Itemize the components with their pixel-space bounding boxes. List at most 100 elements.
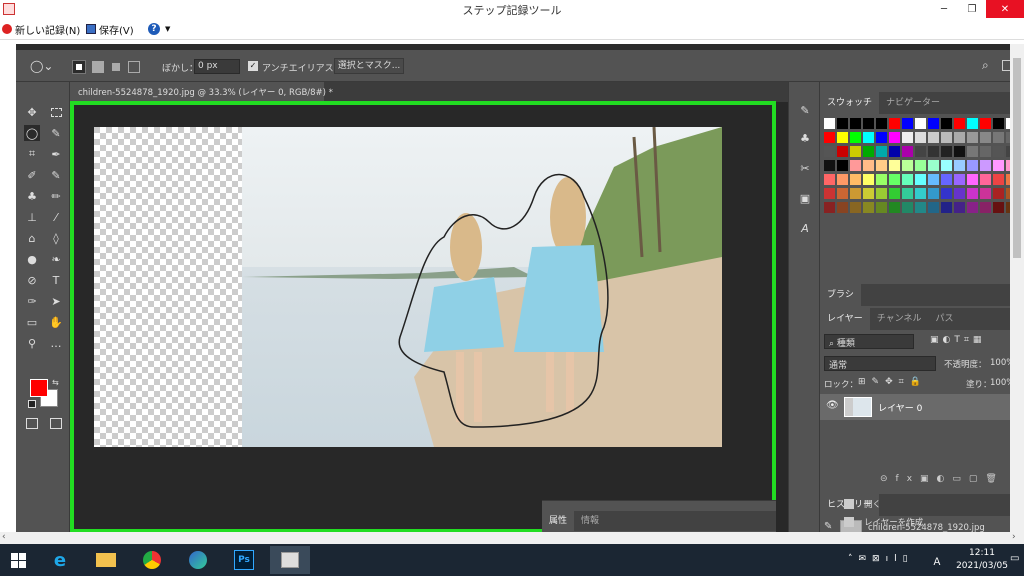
edge-taskbar-button[interactable] bbox=[178, 546, 218, 574]
swatch[interactable] bbox=[863, 132, 874, 143]
swatch[interactable] bbox=[837, 202, 848, 213]
tab-navigator[interactable]: ナビゲーター bbox=[879, 92, 947, 114]
swatch[interactable] bbox=[889, 146, 900, 157]
swatch[interactable] bbox=[837, 174, 848, 185]
swatch[interactable] bbox=[928, 188, 939, 199]
direct-select-icon[interactable]: ➤ bbox=[48, 293, 64, 309]
swatch[interactable] bbox=[837, 132, 848, 143]
rectangle-tool-icon[interactable]: ▭ bbox=[24, 314, 40, 330]
quick-selection-icon[interactable]: ✎ bbox=[48, 125, 64, 141]
swatch[interactable] bbox=[928, 174, 939, 185]
swatch[interactable] bbox=[902, 118, 913, 129]
vertical-scrollbar[interactable] bbox=[1010, 44, 1024, 532]
restore-button[interactable]: ❐ bbox=[958, 0, 986, 18]
swatch[interactable] bbox=[876, 174, 887, 185]
swatch[interactable] bbox=[850, 202, 861, 213]
swatch[interactable] bbox=[902, 202, 913, 213]
swatch[interactable] bbox=[941, 118, 952, 129]
swatch[interactable] bbox=[915, 188, 926, 199]
swatch[interactable] bbox=[876, 146, 887, 157]
swatch[interactable] bbox=[837, 118, 848, 129]
dodge-tool-icon[interactable]: ◊ bbox=[48, 230, 64, 246]
burn-tool-icon[interactable]: ❧ bbox=[48, 251, 64, 267]
swatch[interactable] bbox=[863, 160, 874, 171]
feather-input[interactable]: 0 px bbox=[194, 59, 240, 74]
scroll-thumb[interactable] bbox=[1013, 58, 1021, 258]
swatch[interactable] bbox=[824, 118, 835, 129]
swatch[interactable] bbox=[954, 202, 965, 213]
swatch[interactable] bbox=[837, 160, 848, 171]
layer-filter-select[interactable]: ⌕ 種類 bbox=[824, 334, 914, 349]
new-selection-button[interactable] bbox=[72, 60, 86, 74]
swatch[interactable] bbox=[980, 188, 991, 199]
swatch[interactable] bbox=[993, 188, 1004, 199]
lasso-preset-icon[interactable]: ◯⌄ bbox=[30, 59, 56, 75]
swatch[interactable] bbox=[928, 146, 939, 157]
swatch[interactable] bbox=[954, 118, 965, 129]
visibility-eye-icon[interactable]: 👁 bbox=[826, 400, 839, 411]
history-brush-icon[interactable]: ✏ bbox=[48, 188, 64, 204]
gradient-tool-icon[interactable]: ⁄ bbox=[48, 209, 64, 225]
pen-anchor-icon[interactable]: ⊘ bbox=[24, 272, 40, 288]
swatch[interactable] bbox=[837, 188, 848, 199]
swatch[interactable] bbox=[941, 174, 952, 185]
swatch[interactable] bbox=[915, 118, 926, 129]
tab-channels[interactable]: チャンネル bbox=[870, 308, 929, 330]
swatch[interactable] bbox=[980, 118, 991, 129]
tab-paths[interactable]: パス bbox=[928, 308, 960, 330]
swatch[interactable] bbox=[850, 146, 861, 157]
save-button[interactable]: 保存(V) bbox=[86, 22, 134, 37]
move-tool-icon[interactable]: ✥ bbox=[24, 104, 40, 120]
swatch[interactable] bbox=[902, 174, 913, 185]
chrome-taskbar-button[interactable] bbox=[132, 546, 172, 574]
swatch[interactable] bbox=[954, 174, 965, 185]
more-tools-icon[interactable]: … bbox=[48, 335, 64, 351]
pen-tool-icon[interactable]: ● bbox=[24, 251, 40, 267]
swatch[interactable] bbox=[850, 160, 861, 171]
swatch[interactable] bbox=[824, 160, 835, 171]
swatch[interactable] bbox=[993, 174, 1004, 185]
swatch[interactable] bbox=[850, 132, 861, 143]
swatch[interactable] bbox=[915, 174, 926, 185]
swatch[interactable] bbox=[980, 146, 991, 157]
swatch[interactable] bbox=[954, 188, 965, 199]
swatch[interactable] bbox=[850, 174, 861, 185]
swatch[interactable] bbox=[850, 188, 861, 199]
swatch[interactable] bbox=[863, 146, 874, 157]
foreground-color-swatch[interactable] bbox=[30, 379, 48, 397]
close-button[interactable]: ✕ bbox=[986, 0, 1024, 18]
marquee-tool-icon[interactable] bbox=[48, 104, 64, 120]
default-colors-icon[interactable] bbox=[28, 400, 36, 408]
swatch[interactable] bbox=[915, 132, 926, 143]
swatch[interactable] bbox=[980, 132, 991, 143]
document-tab[interactable]: children-5524878_1920.jpg @ 33.3% (レイヤー … bbox=[70, 82, 333, 102]
subtract-selection-button[interactable] bbox=[110, 61, 122, 73]
clone-source-icon[interactable]: ♣ bbox=[797, 130, 813, 146]
quick-mask-icon[interactable] bbox=[26, 418, 38, 429]
clock-time[interactable]: 12:11 bbox=[962, 548, 1002, 558]
swatch[interactable] bbox=[863, 202, 874, 213]
scroll-right-icon[interactable]: › bbox=[1012, 532, 1016, 542]
swatch[interactable] bbox=[980, 202, 991, 213]
swatch[interactable] bbox=[967, 202, 978, 213]
swatch[interactable] bbox=[928, 202, 939, 213]
swatch[interactable] bbox=[954, 146, 965, 157]
ie-taskbar-button[interactable]: e bbox=[40, 546, 80, 574]
swatch[interactable] bbox=[902, 132, 913, 143]
swatch[interactable] bbox=[824, 202, 835, 213]
eraser-tool-icon[interactable]: ⊥ bbox=[24, 209, 40, 225]
swatch[interactable] bbox=[967, 160, 978, 171]
blur-tool-icon[interactable]: ⌂ bbox=[24, 230, 40, 246]
swatch[interactable] bbox=[993, 160, 1004, 171]
layer-comps-icon[interactable]: ▣ bbox=[797, 190, 813, 206]
history-item-open[interactable]: 開く bbox=[820, 496, 1010, 512]
swatch[interactable] bbox=[967, 118, 978, 129]
ime-indicator-icon[interactable]: Ａ bbox=[932, 553, 942, 568]
swatch[interactable] bbox=[824, 132, 835, 143]
minimize-button[interactable]: ─ bbox=[930, 0, 958, 18]
swatch[interactable] bbox=[863, 118, 874, 129]
swatch[interactable] bbox=[954, 132, 965, 143]
swatch[interactable] bbox=[889, 118, 900, 129]
healing-brush-icon[interactable]: ✐ bbox=[24, 167, 40, 183]
history-item-create-layer[interactable]: レイヤーを作成 bbox=[820, 514, 1010, 530]
